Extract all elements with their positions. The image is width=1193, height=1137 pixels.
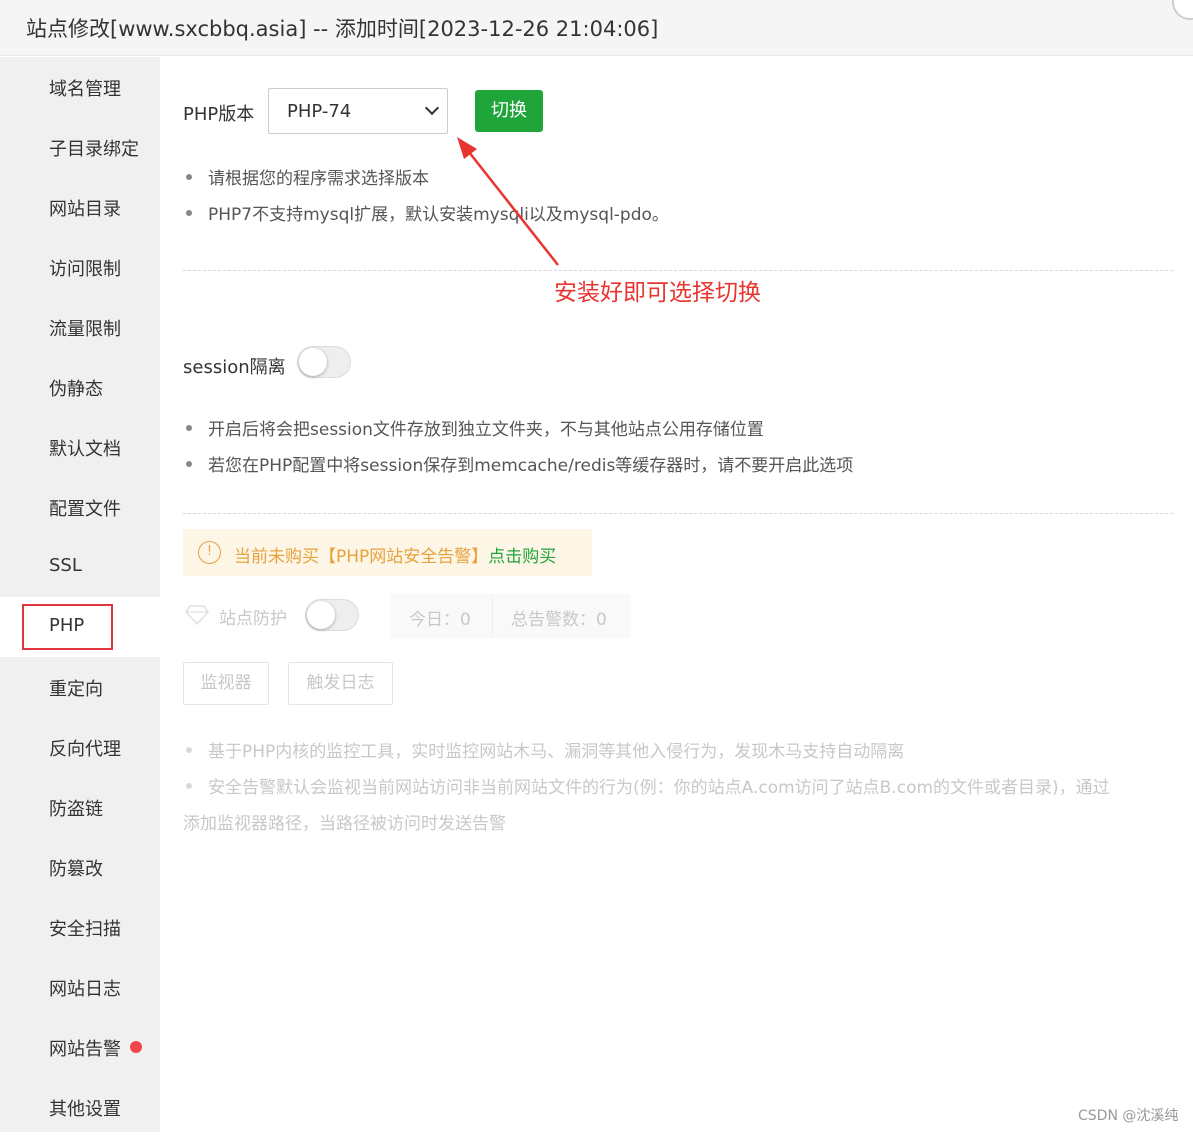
sidebar-item-rewrite[interactable]: 伪静态 bbox=[0, 357, 160, 417]
sidebar: 域名管理 子目录绑定 网站目录 访问限制 流量限制 伪静态 默认文档 配置文件 … bbox=[0, 57, 160, 1132]
sidebar-item-hotlink[interactable]: 防盗链 bbox=[0, 777, 160, 837]
sidebar-item-label: 流量限制 bbox=[49, 319, 121, 340]
sidebar-item-label: 反向代理 bbox=[49, 739, 121, 760]
sidebar-item-default-doc[interactable]: 默认文档 bbox=[0, 417, 160, 477]
sidebar-item-site-alert[interactable]: 网站告警 bbox=[0, 1017, 160, 1077]
monitor-button[interactable]: 监视器 bbox=[183, 662, 269, 705]
session-tip: 开启后将会把session文件存放到独立文件夹，不与其他站点公用存储位置 bbox=[186, 415, 764, 440]
sidebar-item-label: 网站目录 bbox=[49, 199, 121, 220]
sidebar-item-ssl[interactable]: SSL bbox=[0, 537, 160, 597]
sidebar-item-other-settings[interactable]: 其他设置 bbox=[0, 1077, 160, 1137]
sidebar-item-label: 配置文件 bbox=[49, 499, 121, 520]
dialog-title: 站点修改[www.sxcbbq.asia] -- 添加时间[2023-12-26… bbox=[26, 17, 659, 41]
sidebar-item-subdir[interactable]: 子目录绑定 bbox=[0, 117, 160, 177]
sidebar-item-site-dir[interactable]: 网站目录 bbox=[0, 177, 160, 237]
session-isolation-toggle[interactable] bbox=[297, 346, 351, 378]
sidebar-item-label: 网站告警 bbox=[49, 1039, 121, 1060]
purchase-warning-banner: ! 当前未购买【PHP网站安全告警】点击购买 bbox=[183, 529, 592, 576]
sidebar-item-tamper-proof[interactable]: 防篡改 bbox=[0, 837, 160, 897]
session-tip: 若您在PHP配置中将session保存到memcache/redis等缓存器时，… bbox=[185, 451, 853, 476]
buy-link[interactable]: 点击购买 bbox=[488, 547, 556, 567]
sidebar-item-label: 伪静态 bbox=[49, 379, 103, 400]
php-version-value: PHP-74 bbox=[287, 101, 352, 122]
php-tip: PHP7不支持mysql扩展，默认安装mysqli以及mysql-pdo。 bbox=[186, 200, 669, 225]
switch-version-button[interactable]: 切换 bbox=[475, 90, 543, 132]
divider bbox=[183, 270, 1173, 271]
security-tip: 基于PHP内核的监控工具，实时监控网站木马、漏洞等其他入侵行为，发现木马支持自动… bbox=[185, 737, 904, 762]
sidebar-item-label: 访问限制 bbox=[49, 259, 121, 280]
sidebar-item-security-scan[interactable]: 安全扫描 bbox=[0, 897, 160, 957]
toggle-knob bbox=[307, 601, 335, 629]
site-protection-label: 站点防护 bbox=[219, 609, 287, 629]
sidebar-item-access-limit[interactable]: 访问限制 bbox=[0, 237, 160, 297]
session-isolation-label: session隔离 bbox=[183, 357, 286, 378]
php-tip: 请根据您的程序需求选择版本 bbox=[186, 164, 429, 189]
security-tip: 安全告警默认会监视当前网站访问非当前网站文件的行为(例：你的站点A.com访问了… bbox=[186, 773, 1110, 798]
warning-icon: ! bbox=[198, 541, 221, 564]
chevron-down-icon bbox=[424, 100, 440, 116]
sidebar-item-domain[interactable]: 域名管理 bbox=[0, 57, 160, 117]
sidebar-item-label: PHP bbox=[49, 615, 85, 636]
toggle-knob bbox=[299, 348, 327, 376]
sidebar-item-redirect[interactable]: 重定向 bbox=[0, 657, 160, 717]
sidebar-item-traffic-limit[interactable]: 流量限制 bbox=[0, 297, 160, 357]
security-tip-continued: 添加监视器路径，当路径被访问时发送告警 bbox=[183, 814, 506, 834]
divider bbox=[183, 513, 1173, 514]
annotation-text: 安装好即可选择切换 bbox=[554, 280, 761, 306]
diamond-icon bbox=[185, 605, 209, 625]
main-content: PHP版本 PHP-74 切换 请根据您的程序需求选择版本 PHP7不支持mys… bbox=[160, 57, 1193, 1132]
sidebar-item-label: 网站日志 bbox=[49, 979, 121, 1000]
annotation-arrow-icon bbox=[457, 137, 559, 266]
sidebar-item-label: 防盗链 bbox=[49, 799, 103, 820]
sidebar-item-config-file[interactable]: 配置文件 bbox=[0, 477, 160, 537]
sidebar-item-site-log[interactable]: 网站日志 bbox=[0, 957, 160, 1017]
sidebar-item-label: 子目录绑定 bbox=[49, 139, 139, 160]
warning-text: 当前未购买【PHP网站安全告警】点击购买 bbox=[234, 542, 556, 567]
site-protection-toggle[interactable] bbox=[305, 599, 359, 631]
sidebar-item-label: 域名管理 bbox=[49, 79, 121, 100]
notification-dot-icon bbox=[130, 1041, 142, 1053]
dialog-titlebar: 站点修改[www.sxcbbq.asia] -- 添加时间[2023-12-26… bbox=[0, 0, 1193, 56]
php-version-select[interactable]: PHP-74 bbox=[268, 88, 448, 134]
sidebar-item-reverse-proxy[interactable]: 反向代理 bbox=[0, 717, 160, 777]
divider bbox=[492, 594, 493, 638]
sidebar-item-label: 重定向 bbox=[49, 679, 103, 700]
php-version-label: PHP版本 bbox=[183, 104, 255, 125]
sidebar-item-label: 防篡改 bbox=[49, 859, 103, 880]
warning-message: 当前未购买【PHP网站安全告警】 bbox=[234, 547, 489, 567]
total-alert-count: 总告警数：0 bbox=[511, 610, 607, 630]
sidebar-item-label: 安全扫描 bbox=[49, 919, 121, 940]
sidebar-item-label: 默认文档 bbox=[49, 439, 121, 460]
today-count: 今日：0 bbox=[409, 610, 471, 630]
sidebar-item-php[interactable]: PHP bbox=[0, 597, 160, 657]
watermark: CSDN @沈溪纯 bbox=[1078, 1108, 1179, 1124]
sidebar-item-label: 其他设置 bbox=[49, 1099, 121, 1120]
alert-stats: 今日：0 总告警数：0 bbox=[391, 594, 631, 638]
trigger-log-button[interactable]: 触发日志 bbox=[288, 662, 393, 705]
sidebar-item-label: SSL bbox=[49, 555, 82, 576]
